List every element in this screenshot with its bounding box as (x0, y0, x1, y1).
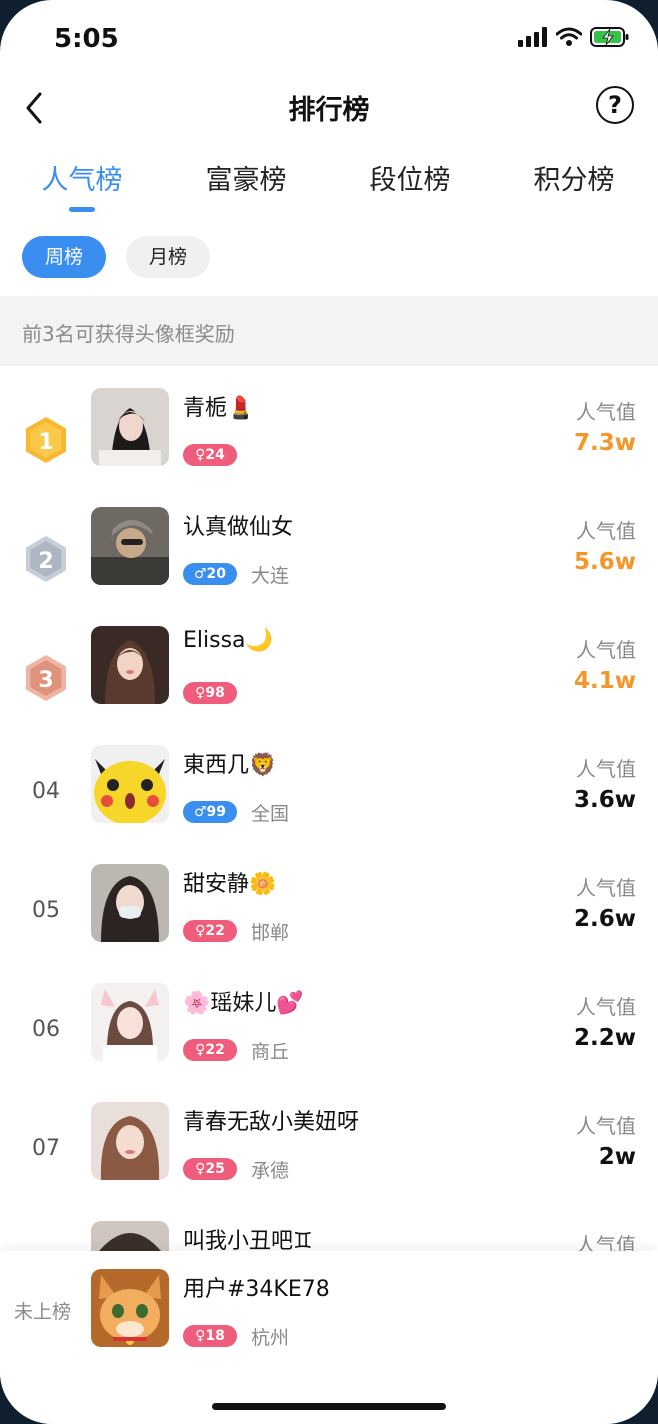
tab-wealth[interactable]: 富豪榜 (176, 158, 316, 197)
tab-label: 段位榜 (369, 165, 451, 196)
popularity-label: 人气值 (576, 400, 636, 424)
tab-label: 积分榜 (533, 165, 615, 196)
period-toggle: 周榜 月榜 (22, 236, 210, 278)
avatar (91, 864, 169, 942)
avatar (91, 983, 169, 1061)
user-city: 杭州 (251, 1327, 290, 1349)
avatar (91, 745, 169, 823)
my-user-name: 用户#34KE78 (183, 1277, 330, 1302)
popularity-value: 3.6w (574, 787, 636, 813)
popularity-label: 人气值 (576, 995, 636, 1019)
gender-age-badge: ♂99 (183, 801, 237, 823)
svg-text:2: 2 (38, 549, 53, 574)
user-name: 🌸瑶妹儿💕 (183, 991, 304, 1016)
avatar (91, 507, 169, 585)
bronze-medal-icon: 3 (26, 655, 66, 701)
popularity-value: 7.3w (574, 430, 636, 456)
popularity-value: 2.6w (574, 906, 636, 932)
reward-banner-text: 前3名可获得头像框奖励 (22, 322, 235, 346)
gender-age-badge: ♂20 (183, 563, 237, 585)
svg-text:1: 1 (38, 430, 53, 455)
user-city: 承德 (251, 1160, 290, 1182)
avatar (91, 1269, 169, 1347)
silver-medal-icon: 2 (26, 536, 66, 582)
popularity-value: 2.2w (574, 1025, 636, 1051)
user-name: Elissa🌙 (183, 628, 273, 653)
rank-number: 07 (32, 1136, 60, 1161)
gender-age-badge: ♀22 (183, 1039, 237, 1061)
rank-number: 06 (32, 1017, 60, 1042)
cellular-signal-icon (518, 27, 547, 47)
popularity-label: 人气值 (576, 519, 636, 543)
user-city: 全国 (251, 803, 290, 825)
gender-age-badge: ♀22 (183, 920, 237, 942)
list-item[interactable]: 2 认真做仙女 ♂20 大连 人气值 5.6w (0, 507, 658, 626)
popularity-label: 人气值 (576, 876, 636, 900)
list-item[interactable]: 04 東西几🦁 ♂99 全国 人气值 3.6w (0, 745, 658, 864)
user-name: 青春无敌小美妞呀 (183, 1110, 360, 1135)
tab-points[interactable]: 积分榜 (504, 158, 644, 197)
reward-banner: 前3名可获得头像框奖励 (0, 296, 658, 366)
svg-text:3: 3 (38, 668, 53, 693)
page-title: 排行榜 (288, 95, 370, 126)
gender-age-badge: ♀98 (183, 682, 237, 704)
avatar (91, 388, 169, 466)
rank-number: 05 (32, 898, 60, 923)
gender-age-badge: ♀24 (183, 444, 237, 466)
tab-label: 富豪榜 (205, 165, 287, 196)
ranking-tabs: 人气榜 富豪榜 段位榜 积分榜 (0, 158, 658, 214)
popularity-label: 人气值 (576, 1114, 636, 1138)
avatar (91, 1102, 169, 1180)
list-item[interactable]: 3 Elissa🌙 ♀98 人气值 4.1w (0, 626, 658, 745)
user-city: 商丘 (251, 1041, 290, 1063)
gender-age-badge: ♀25 (183, 1158, 237, 1180)
popularity-value: 2w (598, 1144, 636, 1170)
list-item[interactable]: 07 青春无敌小美妞呀 ♀25 承德 人气值 2w (0, 1102, 658, 1221)
avatar (91, 626, 169, 704)
tab-label: 人气榜 (41, 165, 123, 196)
status-bar: 5:05 (0, 0, 658, 80)
user-city: 大连 (251, 565, 290, 587)
popularity-value: 4.1w (574, 668, 636, 694)
user-name: 认真做仙女 (183, 515, 294, 540)
user-city: 邯郸 (251, 922, 290, 944)
list-item[interactable]: 06 🌸瑶妹儿💕 ♀22 商丘 人气值 2.2w (0, 983, 658, 1102)
popularity-value: 5.6w (574, 549, 636, 575)
monthly-button[interactable]: 月榜 (126, 236, 210, 278)
user-name: 甜安静🌼 (183, 872, 277, 897)
my-rank-bar[interactable]: 未上榜 用户#34KE78 ♀18 杭州 (0, 1251, 658, 1424)
list-item[interactable]: 05 甜安静🌼 ♀22 邯郸 人气值 2.6w (0, 864, 658, 983)
rank-number: 04 (32, 779, 60, 804)
list-item[interactable]: 1 青栀💄 ♀24 人气值 7.3w (0, 388, 658, 507)
navigation-bar: 排行榜 ? (0, 80, 658, 134)
gold-medal-icon: 1 (26, 417, 66, 463)
tab-tier[interactable]: 段位榜 (340, 158, 480, 197)
tab-active-indicator (69, 207, 95, 212)
home-indicator[interactable] (212, 1403, 446, 1410)
user-name: 青栀💄 (183, 396, 255, 421)
help-icon[interactable]: ? (596, 86, 634, 124)
status-time: 5:05 (54, 24, 119, 54)
user-name: 東西几🦁 (183, 753, 277, 778)
popularity-label: 人气值 (576, 638, 636, 662)
phone-screen: 5:05 排行榜 ? 人气榜 富豪榜 段位榜 积分榜 周榜 月榜 前3名可获得头… (0, 0, 658, 1424)
weekly-button[interactable]: 周榜 (22, 236, 106, 278)
popularity-label: 人气值 (576, 757, 636, 781)
tab-popularity[interactable]: 人气榜 (12, 158, 152, 212)
battery-charging-icon (590, 27, 629, 47)
wifi-icon (556, 27, 582, 46)
gender-age-badge: ♀18 (183, 1325, 237, 1347)
